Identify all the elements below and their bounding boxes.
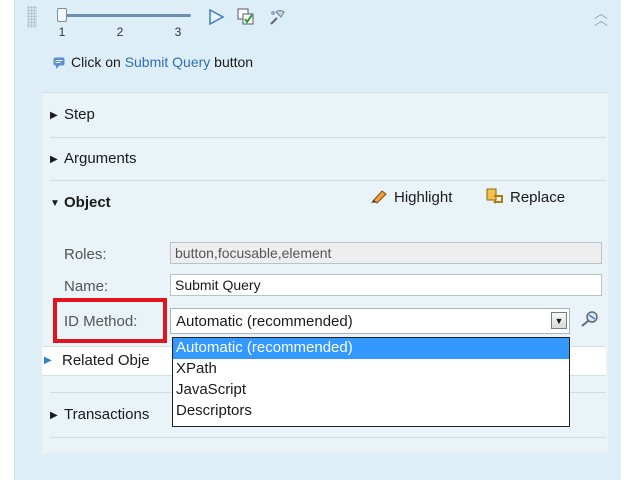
highlight-label: Highlight <box>394 189 453 206</box>
check-verify-icon[interactable] <box>237 8 255 30</box>
dropdown-arrow-icon[interactable]: ▼ <box>551 312 567 329</box>
object-link[interactable]: Submit Query <box>125 54 211 70</box>
drag-grip-handle[interactable] <box>27 6 37 28</box>
section-object-label: Object <box>64 194 111 211</box>
expand-arrow-icon: ▶ <box>44 355 52 366</box>
replace-button[interactable]: Replace <box>486 188 565 208</box>
section-arguments[interactable]: ▶ Arguments <box>50 150 137 167</box>
collapse-arrow-icon: ▼ <box>50 198 60 209</box>
section-transactions-label: Transactions <box>64 406 150 423</box>
expand-arrow-icon: ▶ <box>50 110 58 121</box>
slider-knob[interactable] <box>57 8 67 22</box>
replace-label: Replace <box>510 189 566 206</box>
dropdown-option-descriptors[interactable]: Descriptors <box>173 401 569 422</box>
name-label: Name: <box>64 278 109 295</box>
section-step[interactable]: ▶ Step <box>50 106 95 123</box>
roles-field: button,focusable,element <box>170 242 602 264</box>
dropdown-option-automatic[interactable]: Automatic (recommended) <box>173 338 569 359</box>
divider <box>50 137 606 138</box>
red-highlight-frame <box>53 298 167 343</box>
divider <box>50 180 606 181</box>
name-field[interactable]: Submit Query <box>170 274 602 296</box>
dropdown-option-javascript[interactable]: JavaScript <box>173 380 569 401</box>
message-icon <box>53 56 65 72</box>
section-transactions[interactable]: ▶ Transactions <box>50 406 149 423</box>
collapse-chevron-icon[interactable]: ︿ ︿ <box>594 6 608 27</box>
id-method-select[interactable]: Automatic (recommended) ▼ <box>170 308 570 334</box>
roles-label: Roles: <box>64 246 107 263</box>
section-object[interactable]: ▼ Object <box>50 194 111 211</box>
step-description-prefix: Click on <box>71 54 121 70</box>
object-spy-icon[interactable] <box>580 310 600 332</box>
record-pick-icon[interactable] <box>267 8 287 30</box>
slider-tick-3: 3 <box>174 25 182 39</box>
expand-arrow-icon: ▶ <box>50 154 58 165</box>
slider-tick-1: 1 <box>58 25 66 39</box>
expand-arrow-icon: ▶ <box>50 410 58 421</box>
step-description-suffix: button <box>214 54 254 70</box>
highlighter-pen-icon <box>370 188 388 208</box>
section-related-label: Related Obje <box>62 352 150 369</box>
slider-tick-2: 2 <box>116 25 124 39</box>
replace-icon <box>486 188 504 208</box>
id-method-dropdown-list: Automatic (recommended) XPath JavaScript… <box>172 337 570 427</box>
play-icon[interactable] <box>207 8 225 30</box>
highlight-button[interactable]: Highlight <box>370 188 452 208</box>
section-arguments-label: Arguments <box>64 150 137 167</box>
dropdown-option-xpath[interactable]: XPath <box>173 359 569 380</box>
slider-track[interactable] <box>61 14 191 17</box>
section-step-label: Step <box>64 106 95 123</box>
id-method-selected-value: Automatic (recommended) <box>176 313 353 330</box>
step-description: Click on Submit Query button <box>53 54 253 72</box>
divider <box>50 437 606 438</box>
